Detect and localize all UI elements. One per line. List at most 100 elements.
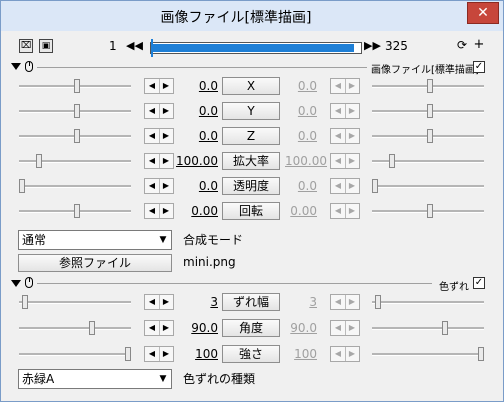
param-step-buttons-end[interactable]: ◀ ▶ xyxy=(330,346,360,362)
param-value-end[interactable]: 100 xyxy=(285,346,317,362)
step-left-icon[interactable]: ◀ xyxy=(331,347,346,361)
param-step-buttons-end[interactable]: ◀ ▶ xyxy=(330,178,360,194)
slider-thumb[interactable] xyxy=(74,79,81,93)
slider-thumb[interactable] xyxy=(427,129,434,143)
blend-mode-select[interactable]: 通常 ▼ xyxy=(18,230,172,250)
param-value-end[interactable]: 0.0 xyxy=(285,128,317,144)
param-name-button[interactable]: ずれ幅 xyxy=(222,293,280,311)
add-filter-icon[interactable]: + xyxy=(472,38,486,53)
step-left-icon[interactable]: ◀ xyxy=(331,204,346,218)
step-left-icon[interactable]: ◀ xyxy=(331,295,346,309)
slider-thumb[interactable] xyxy=(74,204,81,218)
param-step-buttons-end[interactable]: ◀ ▶ xyxy=(330,294,360,310)
collapse-toggle-icon[interactable] xyxy=(11,280,21,287)
param-value-start[interactable]: 0.0 xyxy=(173,178,218,194)
param-step-buttons[interactable]: ◀ ▶ xyxy=(144,78,174,94)
shift-type-select[interactable]: 赤緑A ▼ xyxy=(18,369,172,389)
param-slider-right[interactable] xyxy=(372,347,484,361)
param-slider-left[interactable] xyxy=(19,295,131,309)
step-right-icon[interactable]: ▶ xyxy=(345,179,359,193)
step-left-icon[interactable]: ◀ xyxy=(145,179,160,193)
param-step-buttons-end[interactable]: ◀ ▶ xyxy=(330,78,360,94)
param-step-buttons[interactable]: ◀ ▶ xyxy=(144,320,174,336)
param-name-button[interactable]: 透明度 xyxy=(222,177,280,195)
slider-thumb[interactable] xyxy=(125,347,131,361)
param-slider-left[interactable] xyxy=(19,321,131,335)
step-left-icon[interactable]: ◀ xyxy=(331,179,346,193)
step-right-icon[interactable]: ▶ xyxy=(345,321,359,335)
step-right-icon[interactable]: ▶ xyxy=(345,347,359,361)
param-step-buttons-end[interactable]: ◀ ▶ xyxy=(330,153,360,169)
step-right-icon[interactable]: ▶ xyxy=(159,104,173,118)
param-value-end[interactable]: 90.0 xyxy=(285,320,317,336)
param-value-start[interactable]: 3 xyxy=(173,294,218,310)
slider-thumb[interactable] xyxy=(441,321,448,335)
param-slider-right[interactable] xyxy=(372,129,484,143)
param-step-buttons-end[interactable]: ◀ ▶ xyxy=(330,203,360,219)
param-slider-left[interactable] xyxy=(19,104,131,118)
section-enable-checkbox[interactable]: ✓ xyxy=(473,277,485,289)
param-step-buttons[interactable]: ◀ ▶ xyxy=(144,153,174,169)
param-slider-right[interactable] xyxy=(372,104,484,118)
step-left-icon[interactable]: ◀ xyxy=(145,347,160,361)
step-right-icon[interactable]: ▶ xyxy=(159,204,173,218)
section-enable-checkbox[interactable]: ✓ xyxy=(473,61,485,73)
close-button[interactable]: ✕ xyxy=(467,2,499,24)
param-value-start[interactable]: 0.0 xyxy=(173,78,218,94)
step-left-icon[interactable]: ◀ xyxy=(145,79,160,93)
camera-control-icon[interactable]: ⌧ xyxy=(19,39,33,53)
step-right-icon[interactable]: ▶ xyxy=(345,204,359,218)
param-step-buttons-end[interactable]: ◀ ▶ xyxy=(330,128,360,144)
step-right-icon[interactable]: ▶ xyxy=(159,79,173,93)
collapse-toggle-icon[interactable] xyxy=(11,63,21,70)
param-value-end[interactable]: 100.00 xyxy=(285,153,327,169)
param-name-button[interactable]: X xyxy=(222,77,280,95)
param-step-buttons-end[interactable]: ◀ ▶ xyxy=(330,103,360,119)
slider-thumb[interactable] xyxy=(478,347,484,361)
browse-file-button[interactable]: 参照ファイル xyxy=(18,254,172,272)
param-value-end[interactable]: 0.0 xyxy=(285,178,317,194)
step-left-icon[interactable]: ◀ xyxy=(331,129,346,143)
slider-thumb[interactable] xyxy=(35,154,42,168)
step-right-icon[interactable]: ▶ xyxy=(159,347,173,361)
step-right-icon[interactable]: ▶ xyxy=(345,79,359,93)
step-left-icon[interactable]: ◀ xyxy=(145,321,160,335)
param-step-buttons[interactable]: ◀ ▶ xyxy=(144,178,174,194)
grid-icon[interactable]: ▣ xyxy=(39,39,53,53)
param-name-button[interactable]: Y xyxy=(222,102,280,120)
param-step-buttons[interactable]: ◀ ▶ xyxy=(144,294,174,310)
step-left-icon[interactable]: ◀ xyxy=(145,295,160,309)
param-value-end[interactable]: 3 xyxy=(285,294,317,310)
step-right-icon[interactable]: ▶ xyxy=(159,179,173,193)
param-slider-left[interactable] xyxy=(19,129,131,143)
step-right-icon[interactable]: ▶ xyxy=(345,104,359,118)
step-left-icon[interactable]: ◀ xyxy=(331,321,346,335)
param-value-start[interactable]: 0.00 xyxy=(173,203,218,219)
slider-thumb[interactable] xyxy=(372,179,378,193)
param-value-start[interactable]: 100 xyxy=(173,346,218,362)
param-name-button[interactable]: 強さ xyxy=(222,345,280,363)
step-right-icon[interactable]: ▶ xyxy=(159,129,173,143)
slider-thumb[interactable] xyxy=(74,129,81,143)
step-left-icon[interactable]: ◀ xyxy=(145,154,160,168)
param-name-button[interactable]: Z xyxy=(222,127,280,145)
param-step-buttons[interactable]: ◀ ▶ xyxy=(144,346,174,362)
step-left-icon[interactable]: ◀ xyxy=(331,154,346,168)
slider-thumb[interactable] xyxy=(388,154,395,168)
param-slider-right[interactable] xyxy=(372,295,484,309)
param-slider-left[interactable] xyxy=(19,347,131,361)
param-name-button[interactable]: 回転 xyxy=(222,202,280,220)
param-step-buttons-end[interactable]: ◀ ▶ xyxy=(330,320,360,336)
param-step-buttons[interactable]: ◀ ▶ xyxy=(144,203,174,219)
param-slider-right[interactable] xyxy=(372,79,484,93)
param-slider-right[interactable] xyxy=(372,204,484,218)
step-right-icon[interactable]: ▶ xyxy=(345,129,359,143)
step-left-icon[interactable]: ◀ xyxy=(145,204,160,218)
slider-thumb[interactable] xyxy=(427,104,434,118)
param-value-end[interactable]: 0.00 xyxy=(285,203,317,219)
step-right-icon[interactable]: ▶ xyxy=(159,321,173,335)
param-value-start[interactable]: 90.0 xyxy=(173,320,218,336)
slider-thumb[interactable] xyxy=(19,179,25,193)
step-right-icon[interactable]: ▶ xyxy=(159,154,173,168)
slider-thumb[interactable] xyxy=(88,321,95,335)
